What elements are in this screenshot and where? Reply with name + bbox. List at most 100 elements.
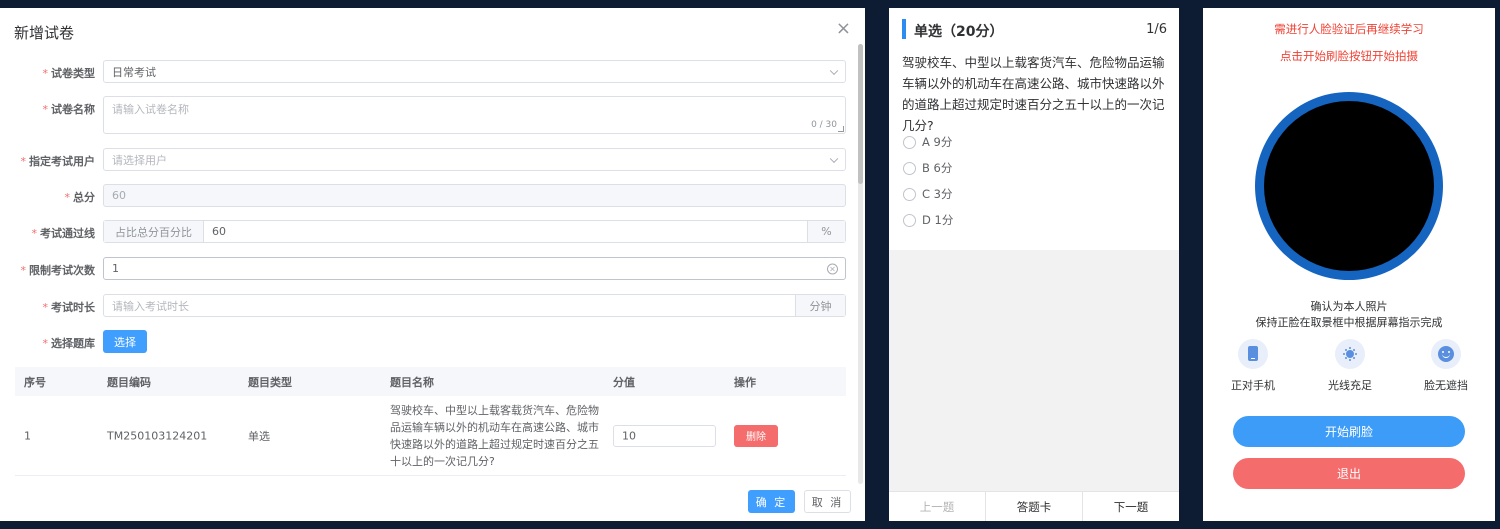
dialog-title: 新增试卷 (14, 24, 75, 42)
question-heading: 单选（20分） (914, 24, 1004, 40)
add-exam-dialog: 新增试卷 × * 试卷类型 日常考试 * 试卷名称 请输入试卷名称 0 / 30 *… (0, 8, 865, 521)
required-mark: * (42, 67, 49, 80)
cancel-button[interactable]: 取 消 (804, 490, 851, 513)
duration-input[interactable]: 请输入考试时长 分钟 (103, 294, 846, 317)
question-card: 单选（20分） 1/6 驾驶校车、中型以上载客货汽车、危险物品运输车辆以外的机动… (889, 8, 1179, 250)
confirm-button[interactable]: 确 定 (748, 490, 795, 513)
option-label: A 9分 (922, 135, 953, 149)
question-bank-label: * 选择题库 (43, 335, 96, 351)
exam-type-label: * 试卷类型 (43, 65, 96, 81)
exit-button[interactable]: 退出 (1233, 458, 1465, 489)
scrollbar-thumb[interactable] (858, 44, 863, 184)
total-score-label: * 总分 (65, 189, 96, 205)
option-b[interactable]: B 6分 (903, 160, 952, 176)
form-row-exam-type: * 试卷类型 日常考试 (0, 60, 855, 83)
tip-no-cover: 脸无遮挡 (1406, 339, 1486, 393)
score-input[interactable]: 10 (613, 424, 716, 447)
row-index: 1 (24, 429, 31, 442)
dialog-scrollbar[interactable] (858, 44, 863, 484)
col-index: 序号 (24, 375, 46, 389)
col-name: 题目名称 (390, 375, 434, 389)
users-placeholder: 请选择用户 (112, 153, 167, 167)
users-select[interactable]: 请选择用户 (103, 148, 846, 171)
minutes-append: 分钟 (795, 295, 845, 316)
radio-icon[interactable] (903, 161, 916, 175)
clear-icon[interactable]: × (827, 263, 838, 274)
exam-name-label: * 试卷名称 (43, 101, 96, 117)
option-a[interactable]: A 9分 (903, 134, 952, 150)
tip-label: 正对手机 (1231, 379, 1275, 392)
pass-line-input[interactable]: 占比总分百分比 60 % (103, 220, 846, 243)
option-d[interactable]: D 1分 (903, 212, 953, 228)
attempts-input[interactable]: 1 × (103, 257, 846, 280)
percent-append: % (807, 221, 845, 242)
radio-icon[interactable] (903, 213, 916, 227)
question-panel: 单选（20分） 1/6 驾驶校车、中型以上载客货汽车、危险物品运输车辆以外的机动… (889, 8, 1179, 521)
option-c[interactable]: C 3分 (903, 186, 953, 202)
tip-face-phone: 正对手机 (1213, 339, 1293, 393)
required-mark: * (20, 155, 27, 168)
camera-viewfinder (1255, 92, 1443, 280)
resize-handle-icon[interactable] (838, 126, 844, 132)
start-face-scan-button[interactable]: 开始刷脸 (1233, 416, 1465, 447)
question-counter: 1/6 (1146, 22, 1167, 37)
confirm-text-1: 确认为本人照片 (1310, 300, 1388, 313)
exam-name-placeholder: 请输入试卷名称 (112, 103, 189, 116)
chevron-down-icon (829, 154, 839, 163)
close-icon[interactable]: × (836, 18, 851, 39)
col-score: 分值 (613, 375, 635, 389)
exam-type-value: 日常考试 (112, 65, 156, 79)
answer-card-button[interactable]: 答题卡 (986, 492, 1083, 521)
label-text: 总分 (73, 191, 95, 204)
option-label: D 1分 (922, 213, 954, 227)
question-footer: 上一题 答题卡 下一题 (889, 491, 1179, 521)
exam-name-textarea[interactable]: 请输入试卷名称 0 / 30 (103, 96, 846, 134)
required-mark: * (42, 301, 49, 314)
warning-text-1: 需进行人脸验证后再继续学习 (1274, 22, 1424, 36)
label-text: 试卷名称 (51, 103, 95, 116)
select-bank-button[interactable]: 选择 (103, 330, 147, 353)
col-code: 题目编码 (107, 375, 151, 389)
tip-label: 光线充足 (1328, 379, 1372, 392)
label-text: 试卷类型 (51, 67, 95, 80)
form-row-pass-line: * 考试通过线 占比总分百分比 60 % (0, 220, 855, 243)
exam-type-select[interactable]: 日常考试 (103, 60, 846, 83)
question-table: 序号 题目编码 题目类型 题目名称 分值 操作 1 TM250103124201… (15, 367, 846, 476)
tip-lighting: 光线充足 (1310, 339, 1390, 393)
total-score-value: 60 (112, 189, 126, 202)
form-row-total-score: * 总分 60 (0, 184, 855, 207)
table-header: 序号 题目编码 题目类型 题目名称 分值 操作 (15, 367, 846, 396)
form-row-question-bank: * 选择题库 选择 (0, 330, 855, 353)
required-mark: * (31, 227, 38, 240)
table-row: 1 TM250103124201 单选 驾驶校车、中型以上载客载货汽车、危险物品… (15, 396, 846, 476)
label-text: 限制考试次数 (29, 264, 95, 277)
radio-icon[interactable] (903, 135, 916, 149)
label-text: 考试通过线 (40, 227, 95, 240)
char-counter: 0 / 30 (811, 120, 837, 130)
smile-face-icon (1431, 339, 1461, 369)
pass-line-value: 60 (212, 225, 226, 238)
face-verify-panel: 需进行人脸验证后再继续学习 点击开始刷脸按钮开始拍摄 确认为本人照片 保持正脸在… (1203, 8, 1495, 521)
pass-line-prepend: 占比总分百分比 (104, 221, 204, 242)
option-label: C 3分 (922, 187, 953, 201)
users-label: * 指定考试用户 (21, 153, 96, 169)
form-row-users: * 指定考试用户 请选择用户 (0, 148, 855, 171)
chevron-down-icon (829, 66, 839, 75)
label-text: 指定考试用户 (29, 155, 95, 168)
radio-icon[interactable] (903, 187, 916, 201)
sun-icon (1335, 339, 1365, 369)
camera-preview (1264, 101, 1434, 271)
delete-button[interactable]: 删除 (734, 424, 778, 447)
heading-accent-bar (902, 19, 906, 39)
attempts-label: * 限制考试次数 (21, 262, 96, 278)
form-row-duration: * 考试时长 请输入考试时长 分钟 (0, 294, 855, 317)
phone-icon (1238, 339, 1268, 369)
attempts-value: 1 (112, 262, 119, 275)
form-row-attempts: * 限制考试次数 1 × (0, 257, 855, 280)
required-mark: * (64, 191, 71, 204)
next-question-button[interactable]: 下一题 (1083, 492, 1179, 521)
prev-question-button[interactable]: 上一题 (889, 492, 986, 521)
col-type: 题目类型 (248, 375, 292, 389)
duration-placeholder: 请输入考试时长 (112, 299, 189, 313)
tip-label: 脸无遮挡 (1424, 379, 1468, 392)
